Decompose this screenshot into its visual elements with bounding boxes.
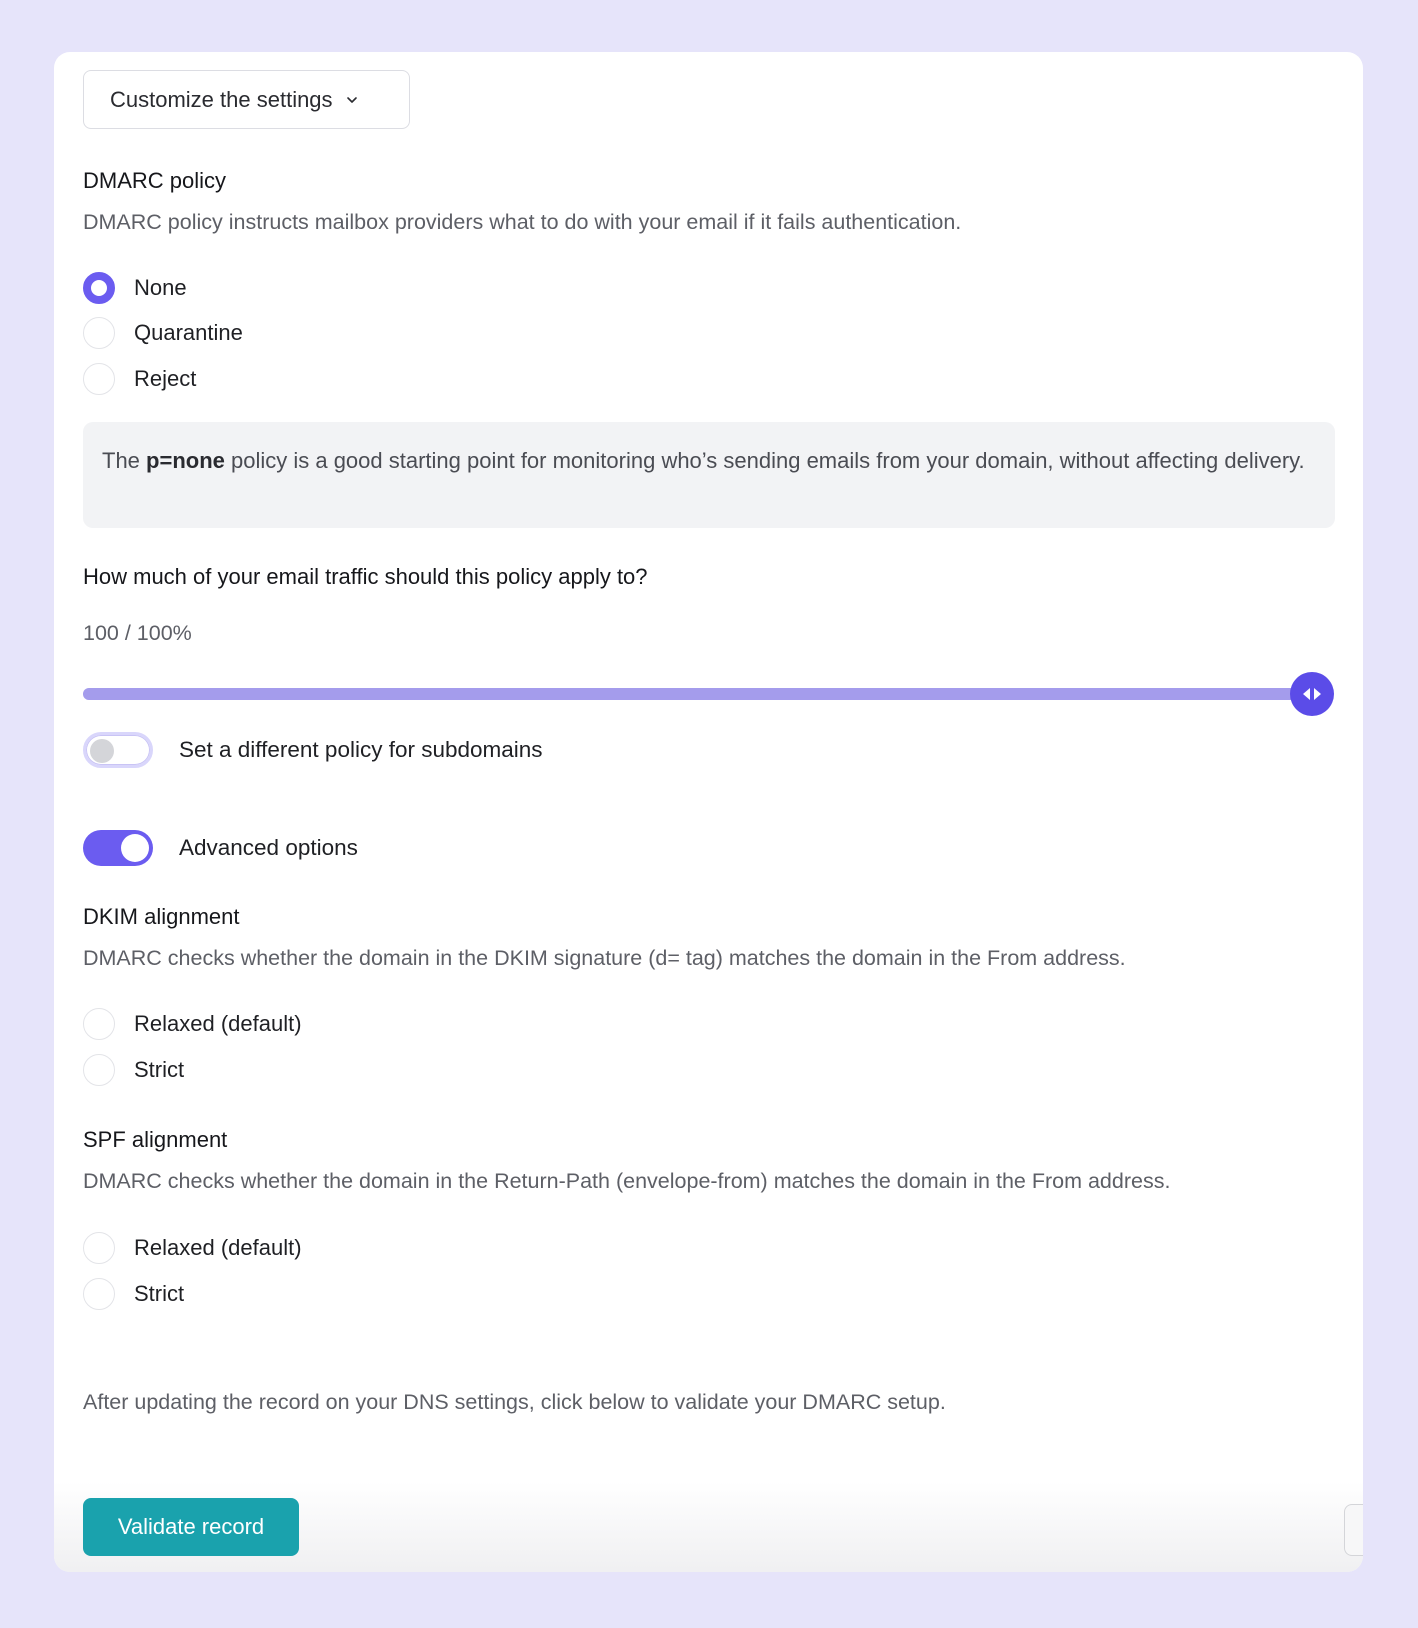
validate-note: After updating the record on your DNS se… bbox=[83, 1390, 946, 1414]
radio-unchecked-icon[interactable] bbox=[83, 1278, 115, 1310]
dkim-option-label: Strict bbox=[134, 1057, 185, 1082]
advanced-options-toggle[interactable] bbox=[83, 830, 153, 866]
subdomain-policy-toggle[interactable] bbox=[83, 732, 153, 768]
dkim-option-relaxed[interactable]: Relaxed (default) bbox=[83, 1008, 302, 1040]
spf-alignment-title: SPF alignment bbox=[83, 1127, 228, 1152]
spf-option-label: Strict bbox=[134, 1281, 185, 1306]
info-text-prefix: The bbox=[102, 448, 147, 473]
policy-info-box: The p=none policy is a good starting poi… bbox=[83, 422, 1335, 528]
radio-unchecked-icon[interactable] bbox=[83, 1008, 115, 1040]
validate-record-button[interactable]: Validate record bbox=[83, 1498, 299, 1556]
radio-unchecked-icon[interactable] bbox=[83, 363, 115, 395]
policy-option-quarantine[interactable]: Quarantine bbox=[83, 317, 243, 349]
policy-option-none[interactable]: None bbox=[83, 272, 187, 304]
dkim-alignment-description: DMARC checks whether the domain in the D… bbox=[83, 946, 1126, 970]
dmarc-policy-title: DMARC policy bbox=[83, 168, 227, 193]
dkim-alignment-title: DKIM alignment bbox=[83, 904, 240, 929]
help-widget-tab[interactable] bbox=[1344, 1504, 1363, 1556]
traffic-readout: 100 / 100% bbox=[83, 621, 192, 645]
policy-option-label: Reject bbox=[134, 366, 197, 391]
traffic-slider-thumb[interactable] bbox=[1290, 672, 1334, 716]
spf-option-label: Relaxed (default) bbox=[134, 1235, 302, 1260]
chevron-down-icon bbox=[346, 96, 357, 103]
traffic-question: How much of your email traffic should th… bbox=[83, 564, 648, 589]
policy-option-label: None bbox=[134, 275, 187, 300]
customize-settings-label: Customize the settings bbox=[110, 86, 333, 112]
settings-card: Customize the settings DMARC policy DMAR… bbox=[54, 52, 1363, 1572]
customize-settings-button[interactable]: Customize the settings bbox=[83, 70, 410, 129]
policy-option-reject[interactable]: Reject bbox=[83, 363, 196, 395]
spf-option-relaxed[interactable]: Relaxed (default) bbox=[83, 1232, 302, 1264]
spf-alignment-description: DMARC checks whether the domain in the R… bbox=[83, 1169, 1171, 1193]
radio-unchecked-icon[interactable] bbox=[83, 1054, 115, 1086]
radio-unchecked-icon[interactable] bbox=[83, 317, 115, 349]
toggle-knob bbox=[121, 834, 149, 862]
traffic-slider-track[interactable] bbox=[83, 688, 1313, 700]
dmarc-policy-description: DMARC policy instructs mailbox providers… bbox=[83, 210, 962, 234]
info-text-policy: p=none bbox=[146, 448, 225, 473]
dkim-option-label: Relaxed (default) bbox=[134, 1011, 302, 1036]
radio-unchecked-icon[interactable] bbox=[83, 1232, 115, 1264]
subdomain-policy-label: Set a different policy for subdomains bbox=[179, 737, 543, 762]
left-right-arrows-icon bbox=[1303, 688, 1321, 700]
toggle-knob bbox=[90, 739, 114, 763]
policy-option-label: Quarantine bbox=[134, 320, 243, 345]
spf-option-strict[interactable]: Strict bbox=[83, 1278, 184, 1310]
dkim-option-strict[interactable]: Strict bbox=[83, 1054, 184, 1086]
traffic-slider-fill bbox=[83, 688, 1313, 700]
advanced-options-label: Advanced options bbox=[179, 835, 358, 860]
radio-checked-icon[interactable] bbox=[83, 272, 115, 304]
info-text-suffix: policy is a good starting point for moni… bbox=[224, 448, 1305, 473]
